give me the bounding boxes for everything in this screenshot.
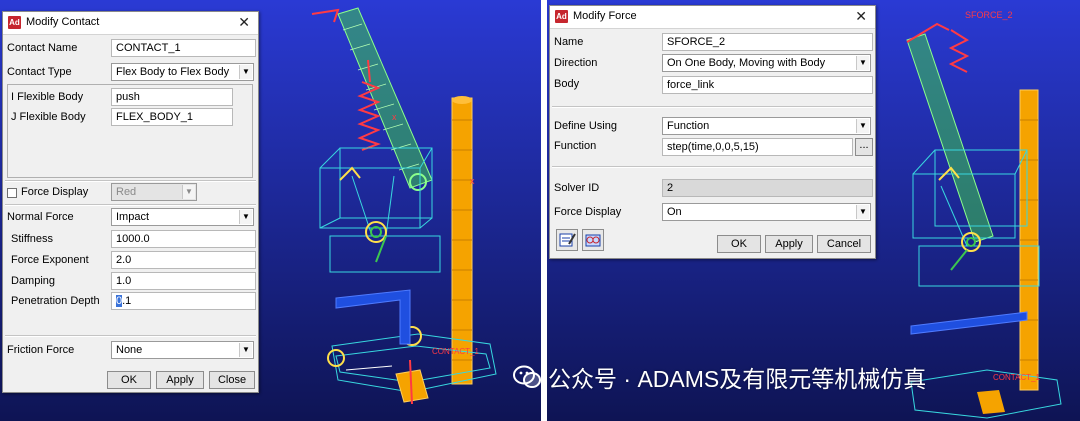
chevron-down-icon[interactable]: ▼ bbox=[856, 205, 869, 219]
force-graphic-icon[interactable] bbox=[582, 229, 604, 251]
penetration-depth-input[interactable]: 0.1 bbox=[111, 292, 256, 310]
adams-app-icon: Ad bbox=[555, 10, 568, 23]
close-icon[interactable]: ✕ bbox=[855, 8, 867, 25]
contact-dialog-title: Modify Contact bbox=[26, 16, 100, 28]
direction-label: Direction bbox=[554, 57, 598, 69]
damping-label: Damping bbox=[11, 275, 56, 287]
svg-text:x: x bbox=[392, 112, 397, 122]
define-using-label: Define Using bbox=[554, 120, 617, 132]
solver-id-label: Solver ID bbox=[554, 182, 600, 194]
separator bbox=[5, 180, 256, 182]
friction-force-select[interactable]: None ▼ bbox=[111, 341, 254, 359]
contact-type-label: Contact Type bbox=[7, 66, 72, 78]
adams-app-icon: Ad bbox=[8, 16, 21, 29]
stiffness-input[interactable]: 1000.0 bbox=[111, 230, 256, 248]
penetration-depth-label: Penetration Depth bbox=[11, 295, 100, 307]
chevron-down-icon[interactable]: ▼ bbox=[182, 185, 195, 199]
contact-type-value: Flex Body to Flex Body bbox=[116, 66, 230, 78]
chevron-down-icon[interactable]: ▼ bbox=[856, 119, 869, 133]
wechat-watermark: 公众号 · ADAMS及有限元等机械仿真 bbox=[512, 362, 926, 392]
chevron-down-icon[interactable]: ▼ bbox=[856, 56, 869, 70]
force-dialog-title: Modify Force bbox=[573, 10, 637, 22]
svg-text:x: x bbox=[470, 176, 475, 186]
stiffness-label: Stiffness bbox=[11, 233, 53, 245]
force-display-select[interactable]: Red ▼ bbox=[111, 183, 197, 201]
apply-button[interactable]: Apply bbox=[156, 371, 204, 389]
define-using-select[interactable]: Function ▼ bbox=[662, 117, 871, 135]
solver-id-field: 2 bbox=[662, 179, 873, 197]
damping-input[interactable]: 1.0 bbox=[111, 272, 256, 290]
j-flexible-body-input[interactable]: FLEX_BODY_1 bbox=[111, 108, 233, 126]
force-display-label: Force Display bbox=[21, 186, 89, 198]
sforce-tag-label: SFORCE_2 bbox=[965, 10, 1013, 20]
right-screenshot-panel: SFORCE_2 CONTACT_1 Ad Modify Force ✕ Nam… bbox=[547, 0, 1080, 421]
contact-tag-label: CONTACT_1 bbox=[432, 347, 480, 356]
direction-value: On One Body, Moving with Body bbox=[667, 57, 826, 69]
function-input[interactable]: step(time,0,0,5,15) bbox=[662, 138, 853, 156]
left-screenshot-panel: CONTACT_1 x x Ad Modify Contact ✕ Contac… bbox=[0, 0, 541, 421]
force-display-value: On bbox=[667, 206, 682, 218]
edit-properties-icon[interactable] bbox=[556, 229, 578, 251]
function-label: Function bbox=[554, 140, 597, 152]
body-input[interactable]: force_link bbox=[662, 76, 873, 94]
modify-contact-dialog: Ad Modify Contact ✕ Contact Name CONTACT… bbox=[2, 11, 259, 393]
contact-titlebar: Ad Modify Contact ✕ bbox=[3, 12, 258, 35]
separator bbox=[552, 166, 873, 168]
apply-button[interactable]: Apply bbox=[765, 235, 813, 253]
i-flexible-body-label: I Flexible Body bbox=[11, 91, 84, 103]
force-exponent-input[interactable]: 2.0 bbox=[111, 251, 256, 269]
name-input[interactable]: SFORCE_2 bbox=[662, 33, 873, 51]
body-label: Body bbox=[554, 78, 580, 90]
contact-tag-label-right: CONTACT_1 bbox=[993, 373, 1041, 382]
chevron-down-icon[interactable]: ▼ bbox=[239, 210, 252, 224]
separator bbox=[5, 335, 256, 337]
separator bbox=[5, 204, 256, 206]
ok-button[interactable]: OK bbox=[107, 371, 151, 389]
contact-name-input[interactable]: CONTACT_1 bbox=[111, 39, 256, 57]
contact-type-select[interactable]: Flex Body to Flex Body ▼ bbox=[111, 63, 254, 81]
force-display-label: Force Display bbox=[554, 206, 622, 218]
cancel-button[interactable]: Cancel bbox=[817, 235, 871, 253]
force-titlebar: Ad Modify Force ✕ bbox=[550, 6, 875, 29]
close-button[interactable]: Close bbox=[209, 371, 255, 389]
function-builder-button[interactable]: ... bbox=[855, 138, 873, 156]
force-display-select[interactable]: On ▼ bbox=[662, 203, 871, 221]
name-label: Name bbox=[554, 36, 584, 48]
i-flexible-body-input[interactable]: push bbox=[111, 88, 233, 106]
watermark-text: 公众号 · ADAMS及有限元等机械仿真 bbox=[548, 366, 927, 392]
orange-column bbox=[1019, 89, 1039, 391]
contact-name-label: Contact Name bbox=[7, 42, 78, 54]
force-exponent-label: Force Exponent bbox=[11, 254, 89, 266]
define-using-value: Function bbox=[667, 120, 710, 132]
close-icon[interactable]: ✕ bbox=[238, 14, 250, 31]
friction-force-label: Friction Force bbox=[7, 344, 75, 356]
normal-force-select[interactable]: Impact ▼ bbox=[111, 208, 254, 226]
ok-button[interactable]: OK bbox=[717, 235, 761, 253]
direction-select[interactable]: On One Body, Moving with Body ▼ bbox=[662, 54, 871, 72]
modify-force-dialog: Ad Modify Force ✕ Name SFORCE_2 Directio… bbox=[549, 5, 876, 259]
j-flexible-body-label: J Flexible Body bbox=[11, 111, 86, 123]
unselected-text: .1 bbox=[122, 295, 132, 307]
normal-force-label: Normal Force bbox=[7, 211, 74, 223]
normal-force-value: Impact bbox=[116, 211, 150, 223]
chevron-down-icon[interactable]: ▼ bbox=[239, 343, 252, 357]
force-display-value: Red bbox=[116, 186, 137, 198]
force-display-checkbox[interactable] bbox=[7, 188, 17, 198]
wechat-icon bbox=[513, 365, 541, 388]
chevron-down-icon[interactable]: ▼ bbox=[239, 65, 252, 79]
friction-force-value: None bbox=[116, 344, 143, 356]
separator bbox=[552, 106, 873, 108]
